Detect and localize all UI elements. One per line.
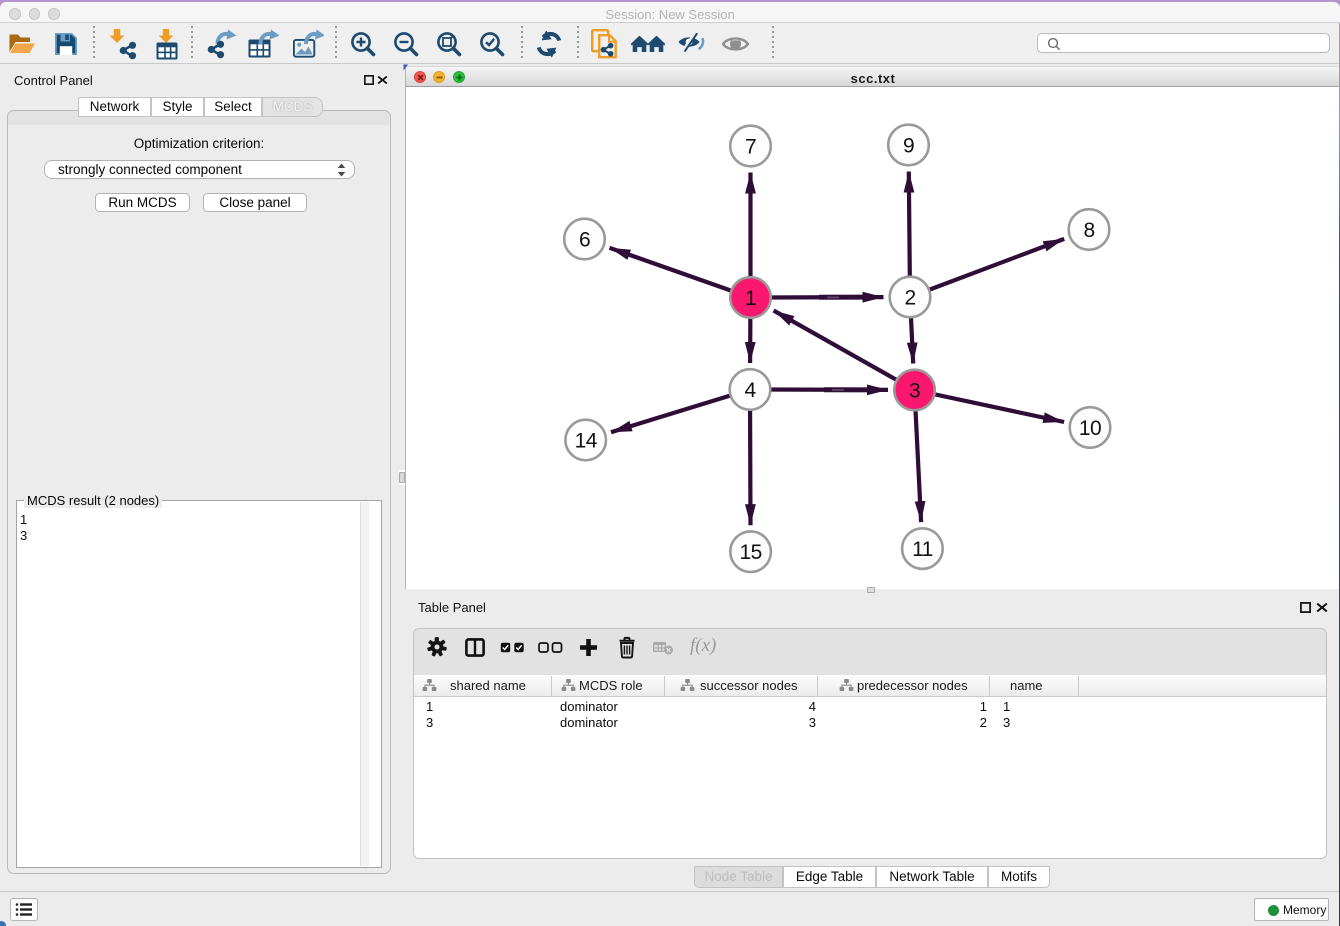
svg-text:6: 6: [579, 229, 590, 252]
svg-text:10: 10: [1079, 417, 1101, 440]
svg-text:9: 9: [903, 135, 914, 158]
svg-text:8: 8: [1083, 219, 1094, 242]
svg-text:4: 4: [744, 379, 756, 402]
svg-text:3: 3: [909, 380, 920, 403]
svg-text:1: 1: [745, 287, 756, 310]
svg-text:14: 14: [575, 430, 598, 453]
svg-text:2: 2: [904, 287, 915, 310]
svg-text:11: 11: [912, 538, 933, 561]
svg-text:15: 15: [740, 541, 762, 564]
svg-text:7: 7: [745, 136, 756, 159]
